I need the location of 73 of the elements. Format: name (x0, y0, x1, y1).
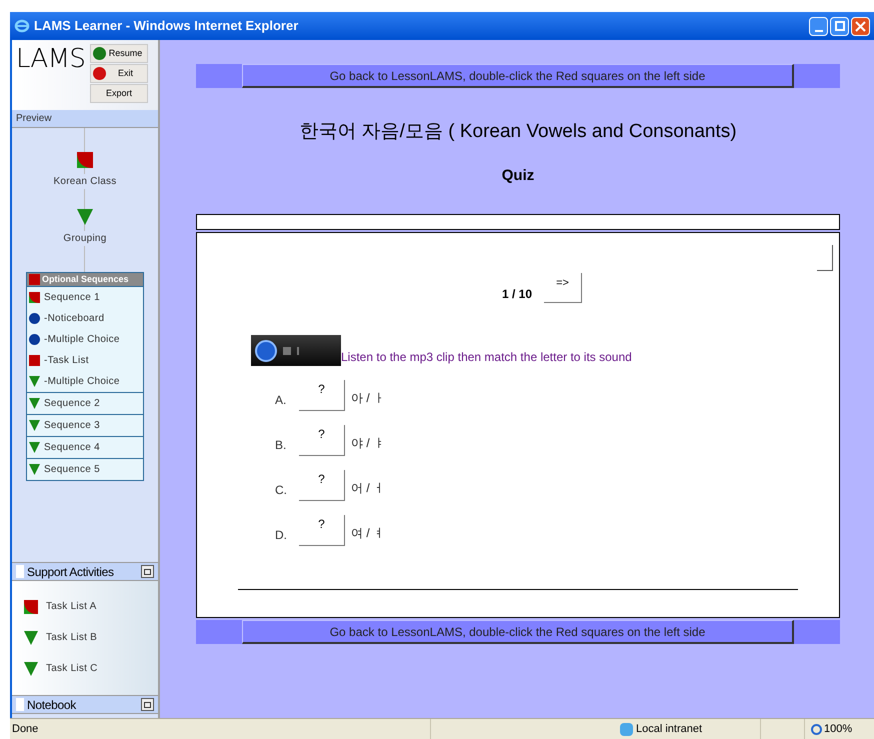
browser-icon (14, 18, 30, 34)
media-player[interactable] (251, 335, 341, 366)
sequence-activity[interactable]: -Task List (44, 353, 89, 368)
activity-label[interactable]: Task List A (46, 599, 97, 614)
page-counter: 1 / 10 (502, 286, 532, 303)
maximize-panel-button[interactable] (141, 698, 154, 711)
security-zone: Local intranet (636, 722, 702, 737)
panel-title: Notebook (27, 696, 76, 714)
square-icon (29, 355, 40, 366)
answer-dropdown[interactable]: ? (299, 425, 345, 456)
panel-header: Preview (12, 110, 158, 128)
sequence-activity[interactable]: -Noticeboard (44, 311, 104, 326)
activity-label[interactable]: Task List B (46, 630, 98, 645)
sequence-item[interactable]: Sequence 5 (44, 462, 100, 477)
window-title: LAMS Learner - Windows Internet Explorer (34, 17, 298, 36)
corner-mark (817, 245, 833, 271)
sequence-activity[interactable]: -Multiple Choice (44, 374, 120, 389)
zoom-control[interactable]: 100% (804, 719, 852, 739)
circle-icon (29, 313, 40, 324)
minimize-button[interactable] (809, 16, 828, 36)
option-text: 어 / ㅓ (351, 480, 386, 497)
triangle-icon (29, 420, 40, 431)
magnifier-icon (811, 724, 822, 734)
option-text: 여 / ㅕ (351, 525, 386, 542)
option-text: 야 / ㅑ (351, 435, 386, 452)
toolbar-button[interactable]: Exit (90, 64, 148, 83)
page-icon (16, 698, 24, 711)
status-square-icon (24, 600, 38, 614)
activity-label[interactable]: Korean Class (53, 174, 117, 189)
banner-link[interactable]: Go back to LessonLAMS, double-click the Red squares on the left side (242, 620, 794, 644)
activity-label[interactable]: Task List C (46, 661, 98, 676)
answer-dropdown[interactable]: ? (299, 380, 345, 411)
option-letter: A. (275, 392, 288, 409)
page-subtitle: Quiz (502, 166, 534, 186)
triangle-icon (29, 376, 40, 387)
option-text: 아 / ㅏ (351, 390, 386, 407)
circle-icon (29, 334, 40, 345)
toolbar-button[interactable]: Export (90, 84, 148, 103)
triangle-icon (24, 630, 38, 644)
logo: LAMS (16, 44, 86, 76)
answer-dropdown[interactable]: ? (299, 515, 345, 546)
option-letter: D. (275, 527, 288, 544)
sequence-item[interactable]: Sequence 1 (44, 290, 100, 305)
status-square-icon (77, 152, 93, 168)
panel-title: Support Activities (27, 564, 114, 580)
status-text: Done (11, 722, 40, 737)
restore-button[interactable] (141, 565, 154, 578)
sequence-activity[interactable]: -Multiple Choice (44, 332, 120, 347)
sequence-item[interactable]: Sequence 4 (44, 440, 100, 455)
instruction-text: Listen to the mp3 clip then match the letter to its sound (341, 349, 632, 366)
page-title: 한국어 자음/모음 ( Korean Vowels and Consonants) (299, 120, 737, 144)
triangle-icon (29, 464, 40, 475)
square-icon (29, 274, 40, 285)
close-icon (855, 20, 866, 32)
status-square-icon (29, 292, 40, 303)
play-button[interactable] (255, 340, 277, 362)
triangle-icon (24, 662, 38, 676)
banner-link[interactable]: Go back to LessonLAMS, double-click the Red squares on the left side (242, 64, 794, 88)
triangle-icon (76, 209, 93, 225)
next-button[interactable]: => (544, 273, 582, 303)
triangle-icon (29, 398, 40, 409)
close-button[interactable] (851, 16, 870, 36)
maximize-button[interactable] (830, 16, 849, 36)
sequence-item[interactable]: Sequence 3 (44, 418, 100, 433)
activity-label[interactable]: Grouping (63, 231, 107, 246)
panel-title: Optional Sequences (42, 272, 129, 286)
toolbar-button[interactable]: Resume (90, 44, 148, 63)
triangle-icon (29, 442, 40, 453)
option-letter: B. (275, 437, 288, 454)
option-letter: C. (275, 482, 288, 499)
sequence-item[interactable]: Sequence 2 (44, 396, 100, 411)
answer-dropdown[interactable]: ? (299, 470, 345, 501)
page-icon (16, 565, 24, 578)
